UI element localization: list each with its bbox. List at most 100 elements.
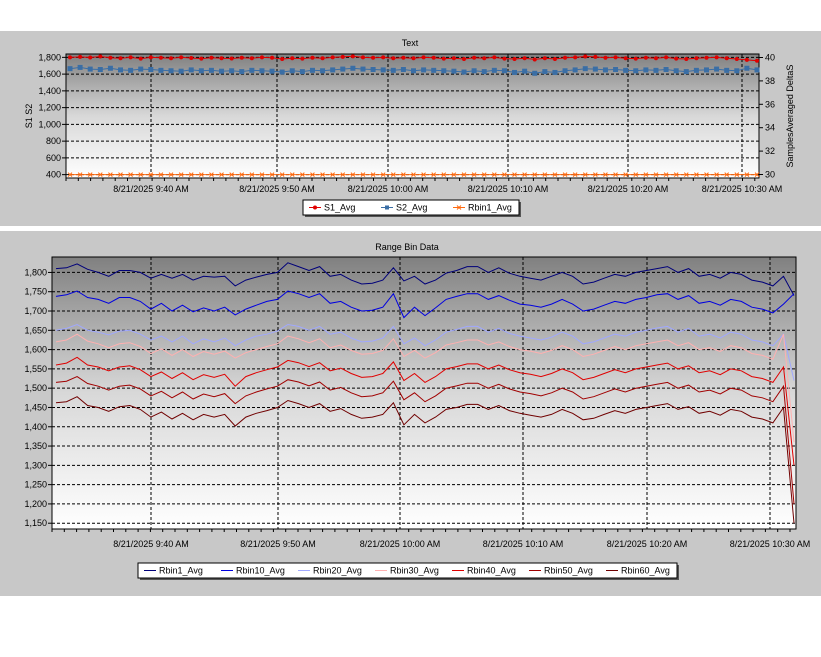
legend-label: Rbin40_Avg	[467, 566, 516, 576]
data-point	[208, 67, 214, 73]
data-point	[512, 69, 518, 75]
legend-label: Rbin50_Avg	[544, 566, 593, 576]
data-point	[78, 54, 83, 59]
data-point	[118, 67, 124, 73]
x-tick-label: 8/21/2025 10:00 AM	[348, 184, 429, 194]
data-point	[371, 55, 376, 60]
top-left-axis-title: S1 S2	[24, 104, 34, 129]
data-point	[501, 68, 507, 74]
data-point	[552, 69, 558, 75]
data-point	[744, 65, 750, 71]
top-chart-title: Text	[402, 38, 419, 48]
data-point	[502, 56, 507, 61]
data-point	[532, 70, 538, 76]
top-right-axis-title: SamplesAveraged DeltaS	[785, 65, 795, 168]
data-point	[391, 56, 396, 61]
data-point	[643, 55, 648, 60]
data-point	[309, 67, 315, 73]
data-point	[481, 69, 487, 75]
data-point	[694, 56, 699, 61]
data-point	[158, 67, 164, 73]
y-tick-label: 1,600	[24, 345, 47, 355]
data-point	[97, 67, 103, 72]
data-point	[714, 55, 719, 60]
data-point	[421, 55, 426, 60]
data-point	[229, 68, 235, 74]
data-point	[148, 55, 153, 60]
data-point	[290, 56, 295, 61]
data-point	[249, 67, 255, 73]
data-point	[693, 67, 699, 73]
data-point	[289, 68, 295, 74]
data-point	[138, 66, 144, 72]
y-right-tick-label: 36	[765, 99, 775, 109]
legend-label: Rbin20_Avg	[313, 566, 362, 576]
data-point	[492, 55, 497, 60]
data-point	[360, 55, 365, 60]
y-tick-label: 800	[46, 136, 61, 146]
data-point	[340, 66, 346, 72]
legend-label: Rbin60_Avg	[621, 566, 670, 576]
y-tick-label: 1,550	[24, 364, 47, 374]
y-right-tick-label: 30	[765, 169, 775, 179]
data-point	[360, 66, 366, 72]
legend-label: Rbin1_Avg	[468, 203, 512, 213]
y-tick-label: 600	[46, 153, 61, 163]
data-point	[623, 56, 628, 61]
data-point	[330, 55, 335, 60]
data-point	[310, 55, 315, 60]
x-tick-label: 8/21/2025 10:10 AM	[483, 539, 564, 549]
data-point	[118, 56, 123, 61]
data-point	[482, 56, 487, 61]
bottom-chart-legend: Rbin1_Avg Rbin10_Avg Rbin20_Avg Rbin30_Avg R…	[137, 562, 679, 580]
data-point	[451, 56, 456, 61]
data-point	[582, 66, 588, 72]
data-point	[674, 56, 679, 61]
data-point	[128, 67, 134, 73]
data-point	[108, 55, 113, 60]
data-point	[462, 57, 467, 62]
chart-canvas: Text 4006008001,0001,2001,4001,6001,800 …	[0, 31, 821, 596]
legend-label: Rbin1_Avg	[159, 566, 203, 576]
data-point	[98, 54, 103, 59]
x-tick-label: 8/21/2025 10:30 AM	[702, 184, 783, 194]
data-point	[249, 56, 254, 61]
data-point	[87, 66, 93, 72]
data-point	[148, 67, 154, 72]
data-point	[178, 68, 184, 74]
data-point	[542, 56, 547, 61]
legend-label: S2_Avg	[396, 203, 427, 213]
data-point	[188, 67, 194, 73]
y-tick-label: 1,800	[24, 267, 47, 277]
data-point	[673, 68, 679, 74]
y-tick-label: 1,500	[24, 383, 47, 393]
data-point	[633, 56, 638, 61]
y-tick-label: 1,450	[24, 402, 47, 412]
y-right-tick-label: 38	[765, 76, 775, 86]
data-point	[563, 55, 568, 60]
data-point	[239, 69, 245, 75]
data-point	[107, 65, 113, 71]
data-point	[703, 67, 709, 73]
data-point	[199, 56, 204, 61]
x-tick-label: 8/21/2025 9:50 AM	[239, 184, 315, 194]
data-point	[350, 54, 355, 59]
y-tick-label: 1,650	[24, 325, 47, 335]
top-chart-legend: S1_Avg S2_Avg Rbin1_Avg	[302, 199, 521, 217]
data-point	[300, 56, 305, 61]
data-point	[683, 69, 689, 75]
x-tick-label: 8/21/2025 10:00 AM	[360, 539, 441, 549]
data-point	[77, 64, 83, 70]
data-point	[411, 68, 416, 74]
data-point	[169, 56, 174, 61]
data-point	[390, 67, 396, 73]
y-tick-label: 1,000	[38, 119, 61, 129]
x-tick-label: 8/21/2025 9:40 AM	[113, 184, 189, 194]
data-point	[613, 67, 619, 72]
data-point	[259, 68, 265, 74]
data-point	[522, 56, 527, 61]
data-point	[380, 67, 386, 73]
data-point	[198, 68, 204, 74]
x-tick-label: 8/21/2025 10:20 AM	[588, 184, 669, 194]
y-tick-label: 1,750	[24, 287, 47, 297]
